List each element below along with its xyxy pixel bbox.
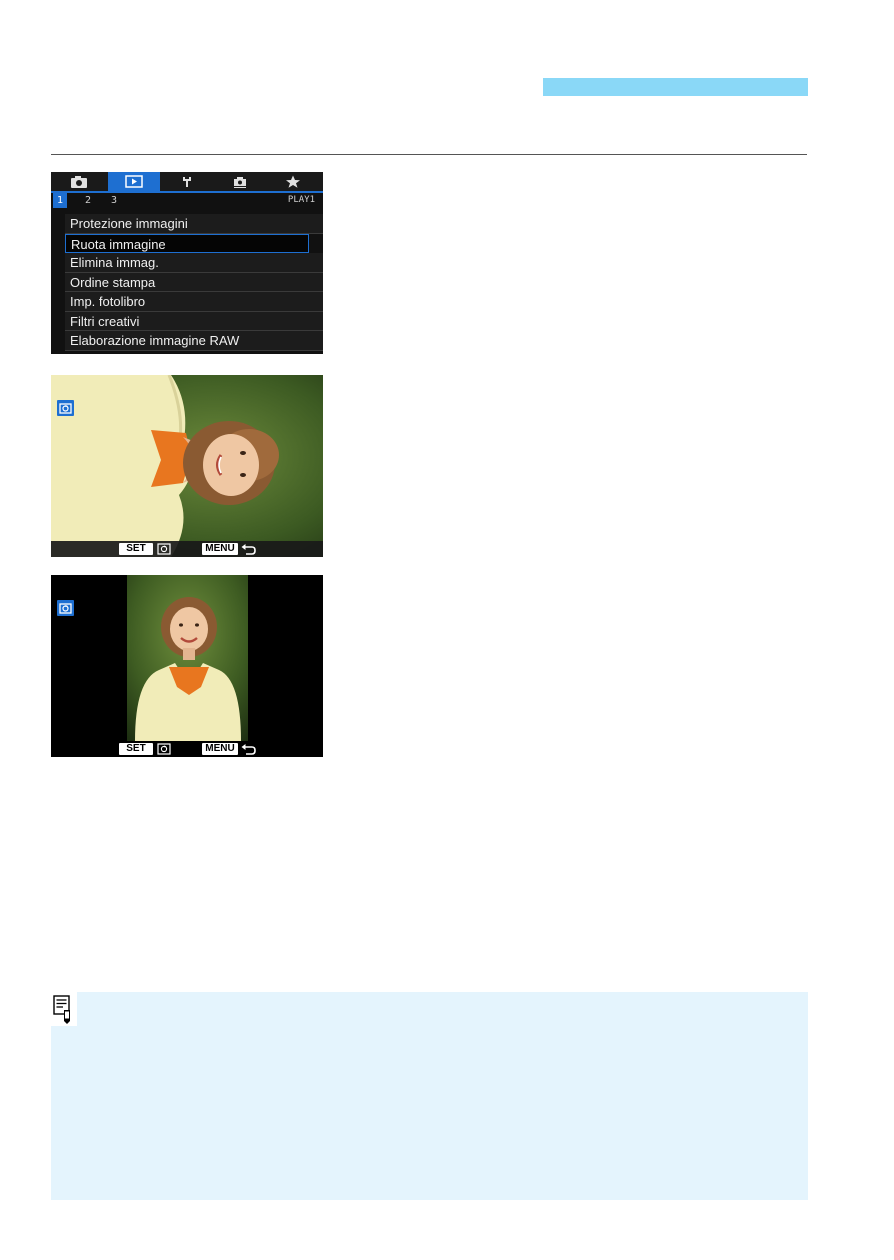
camera-menu-screen: 1 2 3 PLAY1 Protezione immagini Ruota im… xyxy=(51,172,323,354)
return-icon xyxy=(241,744,256,755)
sideways-portrait-photo xyxy=(51,375,323,557)
rotate-icon xyxy=(157,543,171,555)
tab-setup[interactable] xyxy=(161,172,213,191)
control-bar: SET MENU xyxy=(51,741,323,757)
tab-playback[interactable] xyxy=(108,172,160,191)
wrench-icon xyxy=(183,177,191,187)
tab-custom-functions[interactable] xyxy=(214,172,266,191)
rotate-icon xyxy=(59,403,72,414)
note-icon xyxy=(51,992,77,1026)
menu-item-rotate-image[interactable]: Ruota immagine xyxy=(65,233,309,253)
upright-portrait-photo xyxy=(51,575,323,757)
menu-key[interactable]: MENU xyxy=(202,543,238,555)
menu-item-creative-filters[interactable]: Filtri creativi xyxy=(65,311,323,331)
note-box xyxy=(51,992,808,1200)
menu-item-print-order[interactable]: Ordine stampa xyxy=(65,272,323,292)
tab-my-menu[interactable] xyxy=(267,172,319,191)
page-3[interactable]: 3 xyxy=(111,193,117,208)
return-icon xyxy=(241,544,256,555)
menu-page-label: PLAY1 xyxy=(287,195,315,205)
rotate-screen-after: SET MENU xyxy=(51,575,323,757)
section-header-band xyxy=(543,78,808,96)
star-icon xyxy=(286,175,300,188)
menu-item-raw-processing[interactable]: Elaborazione immagine RAW xyxy=(65,331,323,351)
menu-key[interactable]: MENU xyxy=(202,743,238,755)
tab-shooting[interactable] xyxy=(53,172,105,191)
page-1[interactable]: 1 xyxy=(53,193,67,208)
menu-tab-bar xyxy=(51,172,323,193)
control-bar: SET MENU xyxy=(51,541,323,557)
custom-function-icon xyxy=(234,177,246,188)
rotate-icon xyxy=(157,743,171,755)
rotate-indicator xyxy=(57,400,74,416)
set-key[interactable]: SET xyxy=(119,543,153,555)
menu-list: Protezione immagini Ruota immagine Elimi… xyxy=(65,214,323,351)
playback-icon xyxy=(125,175,143,188)
camera-icon xyxy=(71,176,87,188)
menu-page-bar: 1 2 3 PLAY1 xyxy=(51,193,323,208)
rotate-icon xyxy=(59,603,72,614)
rotate-screen-before: SET MENU xyxy=(51,375,323,557)
menu-item-erase-images[interactable]: Elimina immag. xyxy=(65,253,323,273)
set-key[interactable]: SET xyxy=(119,743,153,755)
header-rule xyxy=(51,154,807,155)
menu-item-photobook-setup[interactable]: Imp. fotolibro xyxy=(65,292,323,312)
rotate-indicator xyxy=(57,600,74,616)
page-2[interactable]: 2 xyxy=(85,193,91,208)
menu-item-protect-images[interactable]: Protezione immagini xyxy=(65,214,323,234)
